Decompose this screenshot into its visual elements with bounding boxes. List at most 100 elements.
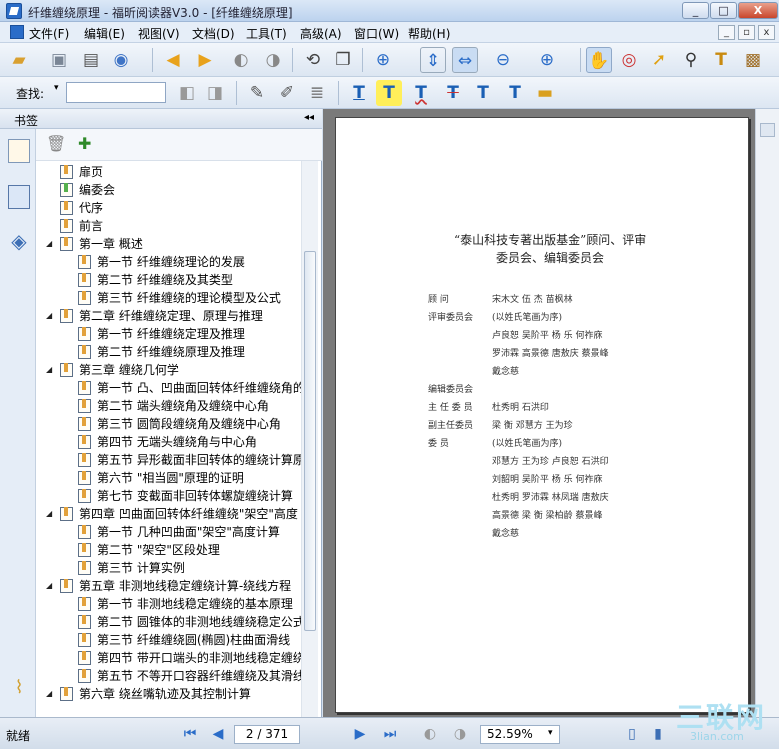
collapse-icon[interactable]: ◢ bbox=[46, 235, 52, 253]
note-icon[interactable]: ✎ bbox=[244, 80, 270, 106]
replace-text-icon[interactable]: T bbox=[470, 80, 496, 106]
sidebar-scrollbar[interactable] bbox=[301, 161, 318, 717]
typewriter-icon[interactable]: ✐ bbox=[274, 80, 300, 106]
forward-icon[interactable]: ▶ bbox=[192, 47, 218, 73]
text-markup-icon[interactable]: T bbox=[346, 80, 372, 106]
bookmark-item[interactable]: 第二节 "架空"区段处理 bbox=[78, 541, 220, 559]
open-icon[interactable]: ▰ bbox=[6, 47, 32, 73]
squiggly-icon[interactable]: T bbox=[408, 80, 434, 106]
find-prev-icon[interactable]: ◧ bbox=[174, 80, 200, 106]
list-icon[interactable]: ≣ bbox=[304, 80, 330, 106]
select-arrow-icon[interactable]: ➚ bbox=[646, 47, 672, 73]
bookmark-item[interactable]: 第三节 计算实例 bbox=[78, 559, 185, 577]
bookmark-item[interactable]: 第五节 异形截面非回转体的缠绕计算原 bbox=[78, 451, 301, 469]
bookmark-item[interactable]: 第一节 纤维缠绕理论的发展 bbox=[78, 253, 245, 271]
find-binoculars-icon[interactable]: ⚲ bbox=[678, 47, 704, 73]
loupe-icon[interactable]: ◎ bbox=[616, 47, 642, 73]
bookmark-item[interactable]: 第七节 变截面非回转体螺旋缠绕计算 bbox=[78, 487, 293, 505]
print-icon[interactable]: ▤ bbox=[78, 47, 104, 73]
bookmark-item[interactable]: ◢ 第四章 凹曲面回转体纤维缠绕"架空"高度 bbox=[46, 505, 298, 523]
sidebar-pin-button[interactable]: ◂◂ bbox=[304, 112, 314, 123]
history-back-icon[interactable]: ◐ bbox=[420, 724, 440, 744]
collapse-icon[interactable]: ◢ bbox=[46, 685, 52, 703]
bookmark-item[interactable]: 前言 bbox=[60, 217, 103, 235]
bookmark-item[interactable]: 第六节 "相当圆"原理的证明 bbox=[78, 469, 244, 487]
rotate-icon[interactable]: ⟲ bbox=[300, 47, 326, 73]
delete-bookmark-icon[interactable]: 🗑 bbox=[46, 134, 66, 153]
bookmark-item[interactable]: 扉页 bbox=[60, 163, 103, 181]
menu-document[interactable]: 文档(D) bbox=[192, 25, 235, 42]
bookmark-item[interactable]: ◢ 第三章 缠绕几何学 bbox=[46, 361, 179, 379]
insert-text-icon[interactable]: T bbox=[502, 80, 528, 106]
menu-help[interactable]: 帮助(H) bbox=[408, 25, 450, 42]
document-viewer[interactable]: “泰山科技专著出版基金”顾问、评审 委员会、编辑委员会 顾 问 宋木文 伍 杰 苗… bbox=[323, 109, 755, 717]
bookmark-item[interactable]: 第三节 纤维缠绕圆(椭圆)柱曲面滑线 bbox=[78, 631, 290, 649]
menu-window[interactable]: 窗口(W) bbox=[354, 25, 399, 42]
snapshot-icon[interactable]: ▩ bbox=[740, 47, 766, 73]
zoom-in-icon[interactable]: ⊕ bbox=[534, 47, 560, 73]
viewer-scrollbar[interactable] bbox=[755, 109, 779, 717]
prev-page-icon[interactable]: ◀ bbox=[208, 724, 228, 744]
prev-view-icon[interactable]: ◐ bbox=[228, 47, 254, 73]
zoom-dropdown[interactable]: ▾ bbox=[548, 728, 553, 738]
bookmark-item[interactable]: ◢ 第二章 纤维缠绕定理、原理与推理 bbox=[46, 307, 263, 325]
bookmark-item[interactable]: 第四节 无端头缠绕角与中心角 bbox=[78, 433, 257, 451]
web-icon[interactable]: ◉ bbox=[108, 47, 134, 73]
bookmark-item[interactable]: 代序 bbox=[60, 199, 103, 217]
bookmark-item[interactable]: 第二节 端头缠绕角及缠绕中心角 bbox=[78, 397, 269, 415]
menu-advanced[interactable]: 高级(A) bbox=[300, 25, 342, 42]
bookmark-item[interactable]: 第二节 圆锥体的非测地线缠绕稳定公式 bbox=[78, 613, 301, 631]
bookmarks-tab-icon[interactable] bbox=[8, 139, 30, 163]
strikeout-icon[interactable]: T bbox=[440, 80, 466, 106]
collapse-icon[interactable]: ◢ bbox=[46, 361, 52, 379]
page-number-field[interactable]: 2 / 371 bbox=[234, 725, 300, 744]
bookmark-item[interactable]: 第三节 纤维缠绕的理论模型及公式 bbox=[78, 289, 281, 307]
add-bookmark-icon[interactable]: ✚ bbox=[78, 134, 91, 153]
viewer-scroll-thumb[interactable] bbox=[760, 123, 775, 137]
fit-width-icon[interactable]: ⇔ bbox=[452, 47, 478, 73]
doc-close-button[interactable]: x bbox=[758, 25, 775, 40]
history-forward-icon[interactable]: ◑ bbox=[450, 724, 470, 744]
collapse-icon[interactable]: ◢ bbox=[46, 505, 52, 523]
menu-view[interactable]: 视图(V) bbox=[138, 25, 180, 42]
text-select-icon[interactable]: T bbox=[708, 47, 734, 73]
bookmark-item[interactable]: ◢ 第六章 绕丝嘴轨迹及其控制计算 bbox=[46, 685, 251, 703]
back-icon[interactable]: ◀ bbox=[160, 47, 186, 73]
bookmark-item[interactable]: ◢ 第一章 概述 bbox=[46, 235, 143, 253]
bookmark-item[interactable]: 第二节 纤维缠绕原理及推理 bbox=[78, 343, 245, 361]
menu-file[interactable]: 文件(F) bbox=[29, 25, 69, 42]
collapse-icon[interactable]: ◢ bbox=[46, 307, 52, 325]
save-icon[interactable]: ▣ bbox=[46, 47, 72, 73]
hand-tool-icon[interactable]: ✋ bbox=[586, 47, 612, 73]
zoom-out-icon[interactable]: ⊖ bbox=[490, 47, 516, 73]
bookmark-item[interactable]: 第五节 不等开口容器纤维缠绕及其滑线 bbox=[78, 667, 301, 685]
bookmark-item[interactable]: 编委会 bbox=[60, 181, 115, 199]
single-page-icon[interactable]: ▯ bbox=[622, 724, 642, 744]
bookmark-item[interactable]: ◢ 第五章 非测地线稳定缠绕计算-绕线方程 bbox=[46, 577, 291, 595]
sidebar-scroll-thumb[interactable] bbox=[304, 251, 316, 631]
bookmark-item[interactable]: 第一节 非测地线稳定缠绕的基本原理 bbox=[78, 595, 293, 613]
collapse-icon[interactable]: ◢ bbox=[46, 577, 52, 595]
doc-restore-button[interactable]: ▫ bbox=[738, 25, 755, 40]
bookmark-item[interactable]: 第一节 几种凹曲面"架空"高度计算 bbox=[78, 523, 280, 541]
bookmark-item[interactable]: 第三节 圆筒段缠绕角及缠绕中心角 bbox=[78, 415, 281, 433]
fit-page-icon[interactable]: ⇕ bbox=[420, 47, 446, 73]
thumbnails-tab-icon[interactable] bbox=[8, 185, 30, 209]
last-page-icon[interactable]: ⏭ bbox=[380, 724, 400, 744]
bookmark-item[interactable]: 第二节 纤维缠绕及其类型 bbox=[78, 271, 233, 289]
menu-edit[interactable]: 编辑(E) bbox=[84, 25, 125, 42]
first-page-icon[interactable]: ⏮ bbox=[180, 724, 200, 744]
layers-tab-icon[interactable]: ◈ bbox=[8, 229, 30, 253]
find-next-icon[interactable]: ◨ bbox=[202, 80, 228, 106]
zoom-in-tool-icon[interactable]: ⊕ bbox=[370, 47, 396, 73]
highlight-icon[interactable]: T bbox=[376, 80, 402, 106]
doc-minimize-button[interactable]: _ bbox=[718, 25, 735, 40]
comment-icon[interactable]: ▬ bbox=[532, 80, 558, 106]
page-copy-icon[interactable]: ❐ bbox=[330, 47, 356, 73]
attachments-tab-icon[interactable]: ⌇ bbox=[8, 677, 30, 701]
continuous-icon[interactable]: ▮ bbox=[648, 724, 668, 744]
find-input[interactable] bbox=[66, 82, 166, 103]
find-options-dropdown[interactable]: ▾ bbox=[54, 83, 59, 93]
minimize-button[interactable]: _ bbox=[682, 2, 709, 19]
menu-tools[interactable]: 工具(T) bbox=[246, 25, 287, 42]
